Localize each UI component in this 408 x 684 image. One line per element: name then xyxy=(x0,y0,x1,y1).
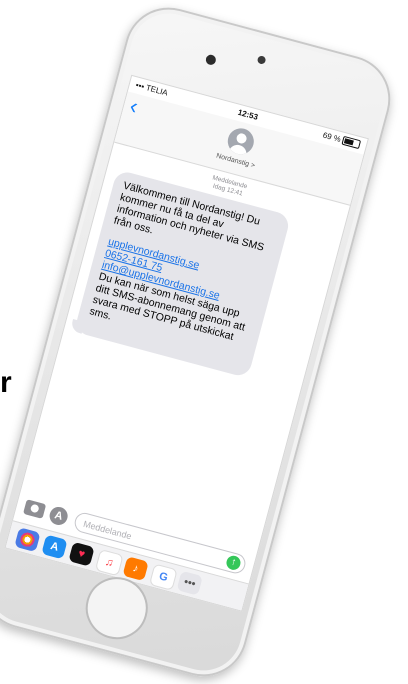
side-letter: r xyxy=(0,366,12,399)
chevron-left-icon[interactable]: ‹ xyxy=(127,93,141,119)
appstore-app-icon[interactable]: A xyxy=(41,534,68,560)
bubble-tail xyxy=(70,318,85,334)
send-arrow-icon[interactable]: ↑ xyxy=(224,554,243,572)
google-app-icon[interactable]: G xyxy=(148,563,178,591)
stage: r ▪▪▪ TELIA 12:53 69 % ‹ Nordanstig > Me… xyxy=(0,0,408,684)
app-drawer-icon[interactable]: A xyxy=(47,504,70,527)
heart-glyph: ♥ xyxy=(76,547,87,561)
music-app-icon[interactable]: ♫ xyxy=(94,548,124,577)
camera-icon[interactable] xyxy=(23,499,47,519)
battery-percent: 69 % xyxy=(321,130,342,144)
heart-app-icon[interactable]: ♥ xyxy=(68,541,95,567)
guitar-app-icon[interactable]: ♪ xyxy=(122,556,149,582)
more-apps-icon[interactable]: ••• xyxy=(176,570,203,596)
message-thread: Meddelande Idag 12:41 Välkommen till Nor… xyxy=(21,144,350,555)
contact-avatar[interactable] xyxy=(224,125,257,158)
message-input-placeholder: Meddelande xyxy=(82,518,133,542)
battery-icon xyxy=(341,136,362,150)
phone: ▪▪▪ TELIA 12:53 69 % ‹ Nordanstig > Medd… xyxy=(0,0,401,684)
photos-app-icon[interactable] xyxy=(14,527,41,553)
